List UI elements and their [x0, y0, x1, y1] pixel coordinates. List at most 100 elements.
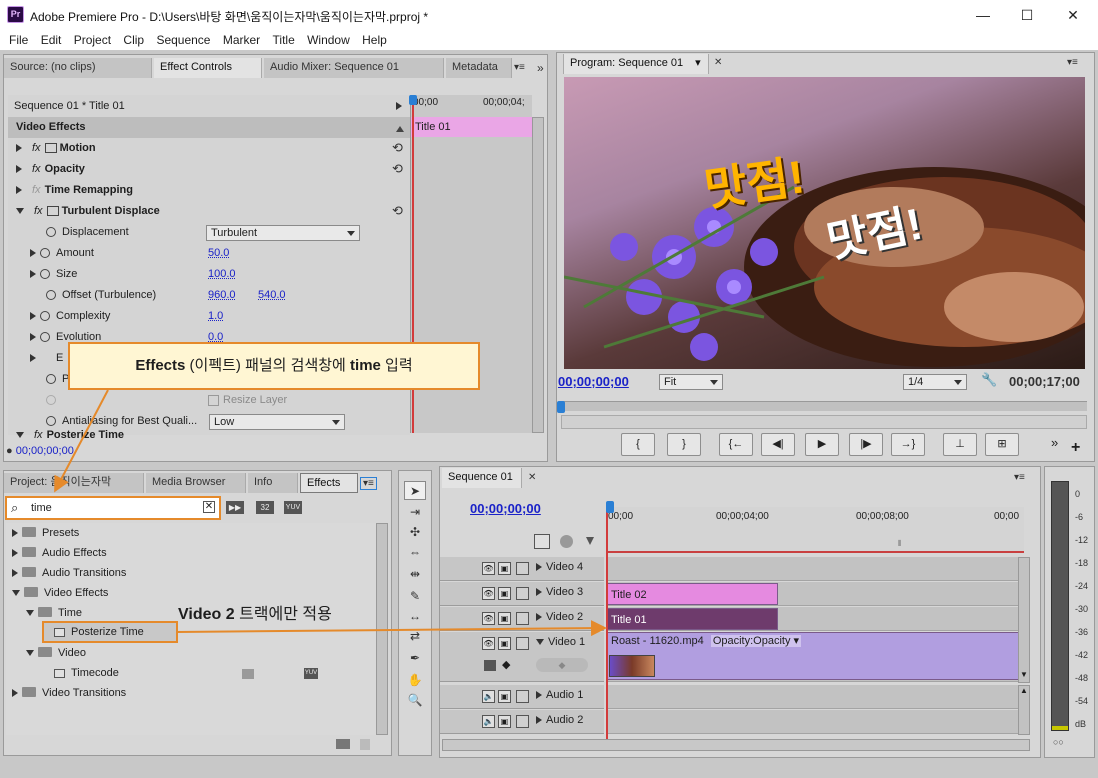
rolling-edit-tool-icon[interactable]: ⇔ — [404, 543, 426, 562]
lift-button[interactable]: ⊥ — [943, 433, 977, 456]
more-buttons-icon[interactable]: » — [1051, 435, 1058, 450]
snap-icon[interactable] — [534, 534, 550, 549]
menu-project[interactable]: Project — [70, 30, 115, 47]
tree-video-effects[interactable]: Video Effects — [12, 583, 108, 604]
minimize-button[interactable]: — — [962, 0, 1004, 30]
keyframe-icon[interactable]: ◆ — [502, 658, 510, 671]
wrench-icon[interactable]: 🔧 — [981, 372, 997, 388]
extract-button[interactable]: ⊞ — [985, 433, 1019, 456]
clip-title-02[interactable]: Title 02 — [606, 583, 778, 605]
scroll-up-icon[interactable]: ▲ — [1020, 686, 1028, 695]
stopwatch-icon[interactable] — [46, 227, 56, 238]
lock-icon[interactable] — [516, 637, 529, 650]
timeline-playhead[interactable] — [606, 509, 608, 739]
amount-value[interactable]: 50.0 — [208, 243, 229, 264]
menu-marker[interactable]: Marker — [219, 30, 264, 47]
track-video-3[interactable]: Title 02 — [606, 582, 1018, 606]
program-playhead[interactable] — [557, 401, 565, 413]
slip-tool-icon[interactable]: ↔ — [404, 607, 426, 626]
tree-video-transitions[interactable]: Video Transitions — [12, 683, 126, 704]
resize-layer-checkbox[interactable]: Resize Layer — [208, 390, 287, 411]
reset-icon[interactable]: ⟲ — [392, 161, 403, 177]
track-name[interactable]: Audio 2 — [536, 714, 583, 726]
set-marker-icon[interactable] — [586, 537, 594, 545]
effects-scrollbar[interactable] — [376, 523, 388, 735]
tab-audio-mixer[interactable]: Audio Mixer: Sequence 01 — [264, 58, 444, 78]
zoom-tool-icon[interactable]: 🔍 — [404, 691, 426, 710]
stopwatch-icon[interactable] — [40, 269, 50, 280]
track-name[interactable]: Video 1 — [536, 636, 585, 648]
selection-tool-icon[interactable]: ➤ — [404, 481, 426, 500]
timeline-timecode[interactable]: 00;00;00;00 — [470, 501, 541, 516]
program-video-frame[interactable]: 맛점! 맛점! — [564, 77, 1085, 369]
effects-panel-menu-icon[interactable]: ▾≡ — [360, 477, 377, 490]
mark-in-button[interactable]: { — [621, 433, 655, 456]
effect-opacity[interactable]: fx Opacity — [16, 159, 85, 180]
meter-solo-buttons[interactable]: ○○ — [1053, 737, 1064, 747]
antialiasing-select[interactable]: Low — [209, 414, 345, 430]
film-icon[interactable]: ▣ — [498, 587, 511, 600]
timeline-panel-menu-icon[interactable]: ▾≡ — [1014, 472, 1025, 483]
expand-icon[interactable] — [16, 186, 22, 195]
eye-icon[interactable]: 👁 — [482, 562, 495, 575]
tab-effect-controls[interactable]: Effect Controls — [154, 58, 262, 78]
program-panel-menu-icon[interactable]: ▾≡ — [1067, 57, 1078, 68]
menu-window[interactable]: Window — [303, 30, 354, 47]
fit-select[interactable]: Fit — [659, 374, 723, 390]
stopwatch-icon[interactable] — [40, 332, 50, 343]
resolution-select[interactable]: 1/4 — [903, 374, 967, 390]
eye-icon[interactable]: 👁 — [482, 587, 495, 600]
rate-stretch-tool-icon[interactable]: ⇹ — [404, 565, 426, 584]
ripple-edit-tool-icon[interactable]: ✣ — [404, 523, 426, 542]
film-icon[interactable]: ▣ — [498, 715, 511, 728]
play-only-icon[interactable] — [396, 102, 402, 110]
clip-roast[interactable]: Roast - 11620.mp4 Opacity:Opacity ▾ — [606, 632, 1024, 680]
tree-audio-effects[interactable]: Audio Effects — [12, 543, 107, 564]
yuv-effects-icon[interactable]: YUV — [284, 501, 302, 514]
effect-motion[interactable]: fx Motion — [16, 138, 96, 159]
play-button[interactable]: ▶ — [805, 433, 839, 456]
display-style-icon[interactable] — [484, 660, 496, 671]
tree-audio-transitions[interactable]: Audio Transitions — [12, 563, 126, 584]
timeline-playhead-handle[interactable] — [606, 501, 614, 513]
tree-posterize-time[interactable]: Posterize Time — [54, 622, 144, 643]
menu-file[interactable]: File — [5, 30, 32, 47]
expand-icon[interactable] — [30, 312, 36, 321]
effect-turbulent-displace[interactable]: fx Turbulent Displace — [16, 201, 160, 222]
new-bin-icon[interactable] — [336, 739, 350, 749]
expand-icon[interactable] — [16, 165, 22, 174]
menu-sequence[interactable]: Sequence — [152, 30, 214, 47]
tree-timecode[interactable]: Timecode — [54, 663, 119, 684]
stopwatch-icon[interactable] — [46, 374, 56, 385]
audio-tracks-scrollbar[interactable]: ▲ — [1018, 685, 1030, 735]
step-back-button[interactable]: ◀| — [761, 433, 795, 456]
clear-search-icon[interactable]: ✕ — [203, 501, 215, 513]
maximize-button[interactable]: ☐ — [1006, 0, 1048, 30]
tab-metadata[interactable]: Metadata — [446, 58, 512, 78]
speaker-icon[interactable]: 🔈 — [482, 690, 495, 703]
track-video-4[interactable] — [606, 557, 1018, 581]
lock-icon[interactable] — [516, 612, 529, 625]
offset-y-value[interactable]: 540.0 — [258, 285, 286, 306]
go-to-out-button[interactable]: →} — [891, 433, 925, 456]
program-zoom-bar[interactable] — [561, 415, 1087, 429]
menu-help[interactable]: Help — [358, 30, 391, 47]
speaker-icon[interactable]: 🔈 — [482, 715, 495, 728]
close-button[interactable]: ✕ — [1052, 0, 1094, 30]
reset-icon[interactable]: ⟲ — [392, 203, 403, 219]
sequence-tab-close[interactable]: ✕ — [528, 472, 536, 483]
lock-icon[interactable] — [516, 587, 529, 600]
tab-source[interactable]: Source: (no clips) — [4, 58, 152, 78]
slide-tool-icon[interactable]: ⇄ — [404, 627, 426, 646]
complexity-value[interactable]: 1.0 — [208, 306, 223, 327]
keyframe-nav[interactable]: ◆ — [536, 658, 588, 672]
go-to-in-button[interactable]: {← — [719, 433, 753, 456]
collapse-icon[interactable] — [16, 208, 24, 215]
tab-effects[interactable]: Effects — [300, 473, 358, 493]
add-button-icon[interactable]: + — [1071, 439, 1080, 457]
clip-title-01[interactable]: Title 01 — [606, 608, 778, 630]
expand-icon[interactable] — [16, 144, 22, 153]
collapse-icon[interactable] — [16, 432, 24, 438]
ec-scrollbar[interactable] — [532, 117, 544, 433]
program-current-timecode[interactable]: 00;00;00;00 — [558, 374, 629, 389]
